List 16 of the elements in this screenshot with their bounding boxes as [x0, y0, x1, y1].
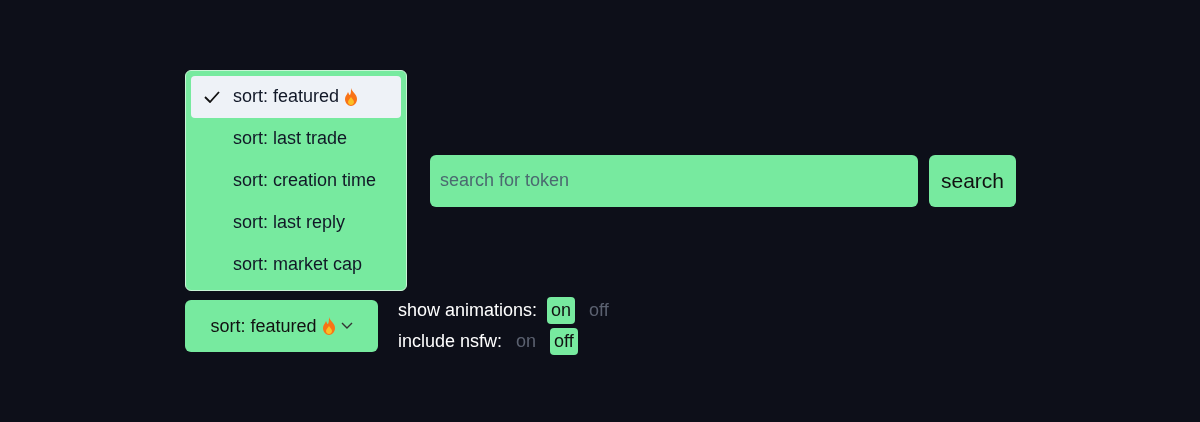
toggle-label: show animations: [398, 299, 538, 322]
search-field[interactable]: search for token [430, 154, 918, 207]
toggle-option[interactable]: off [550, 328, 578, 355]
menu-item[interactable]: sort: creation time [191, 159, 401, 202]
toggle-option[interactable]: on [547, 297, 576, 324]
fire-icon [320, 317, 337, 335]
menu-item[interactable]: sort: featured [191, 76, 401, 118]
menu-item[interactable]: sort: last trade [191, 117, 401, 160]
check-icon [204, 90, 220, 103]
chevron-icon [340, 322, 353, 330]
menu-item[interactable]: sort: market cap [191, 243, 401, 285]
search-button[interactable]: search [929, 154, 1016, 207]
fire-icon [343, 87, 360, 106]
toggle-label: include nsfw: [398, 330, 503, 353]
sort-dropdown[interactable]: sort: featured [185, 300, 378, 352]
menu-item[interactable]: sort: last reply [191, 201, 401, 244]
